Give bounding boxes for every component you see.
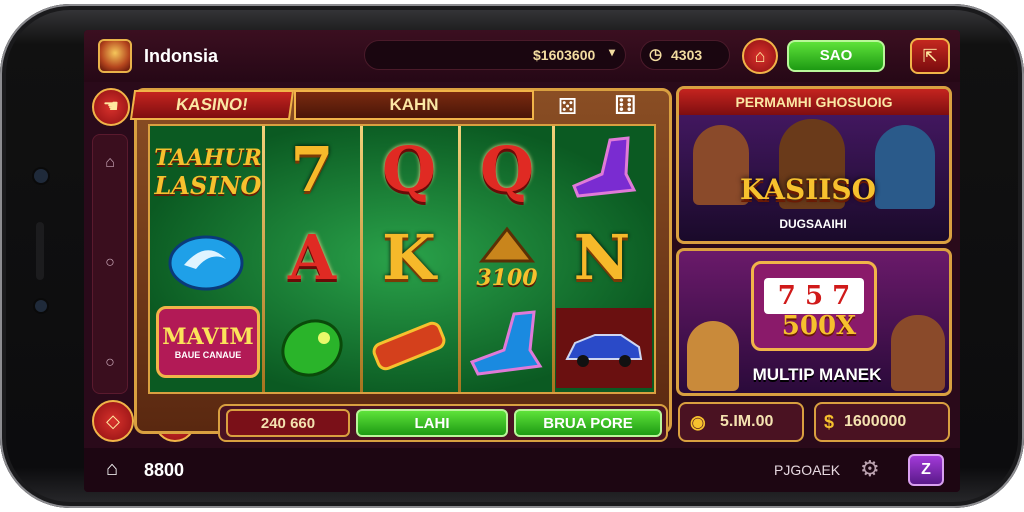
badge-line2: BAUE CANAUE	[174, 350, 242, 360]
leaf-symbol	[270, 306, 358, 386]
bet-value[interactable]: 240 660	[226, 409, 350, 437]
badge-symbol: MAVIM BAUE CANAUE	[156, 306, 260, 378]
reel-divider	[458, 126, 461, 392]
reel-divider	[360, 126, 363, 392]
phone-frame: Indonsia $1603600 ▾ ◷ 4303 ⌂ SAO ⇱ ☚ ⌂ ○	[0, 4, 1024, 508]
coin-icon: ◉	[690, 412, 706, 432]
game-screen: Indonsia $1603600 ▾ ◷ 4303 ⌂ SAO ⇱ ☚ ⌂ ○	[84, 30, 960, 492]
reels-area[interactable]: TAAHUR LASINO 7 Q Q A K 3100 N MAVIM BAU…	[148, 124, 656, 394]
king-symbol: K	[382, 221, 436, 294]
ace-symbol: A	[287, 221, 337, 294]
left-rail: ⌂ ○ ○	[92, 134, 128, 394]
footer-bar: ⌂ 8800 PJGOAEK ⚙ Z	[84, 448, 960, 492]
car-symbol	[556, 308, 652, 388]
title-logo-symbol: TAAHUR LASINO	[154, 132, 262, 212]
mini-reels: 7 5 7	[764, 278, 864, 314]
reel-divider	[262, 126, 265, 392]
seven-symbol: 7	[290, 133, 334, 206]
menu-icon[interactable]: Z	[908, 454, 944, 486]
multiplier-label: 500X	[781, 311, 857, 341]
ribbon-left: KASINO!	[129, 90, 295, 120]
diamond-icon: ◇	[106, 411, 120, 431]
balance-display[interactable]: $1603600 ▾	[364, 40, 626, 70]
exit-button[interactable]: ⇱	[910, 38, 950, 74]
auto-play-button[interactable]: BRUA PORE	[514, 409, 662, 437]
boot-symbol	[560, 132, 648, 212]
back-button[interactable]: ☚	[92, 88, 130, 126]
deposit-button[interactable]: SAO	[787, 40, 885, 72]
promo-sub: DUGSAAIHI	[779, 217, 847, 231]
promo-panel-bottom[interactable]: 7 5 7 500X MULTIP MANEK	[676, 248, 952, 396]
secondary-balance-value: 4303	[671, 47, 703, 63]
balance-amount: $1603600	[533, 47, 596, 63]
shoe-symbol	[463, 306, 551, 386]
title-logo-line2: LASINO	[154, 170, 262, 200]
ribbon-center: KAHN	[294, 90, 534, 120]
coin-symbol: 3100	[463, 218, 551, 298]
wave-symbol	[162, 222, 250, 302]
promo-banner: PERMAMHI GHOSUOIG	[679, 89, 949, 115]
circle-icon[interactable]: ○	[102, 255, 118, 271]
character-right	[875, 125, 935, 209]
badge-line1: MAVIM	[162, 324, 254, 350]
n-symbol: N	[573, 221, 631, 294]
hand-icon: ☚	[102, 96, 120, 116]
spin-button[interactable]: LAHI	[356, 409, 508, 437]
home-icon[interactable]: ⌂	[102, 155, 118, 171]
promo-logo: KASIISO	[740, 173, 876, 206]
dice-decoration: ⚄ ⚅	[554, 90, 664, 120]
sensor-icon	[35, 300, 47, 312]
bet-controls-bar: 240 660 LAHI BRUA PORE	[218, 404, 668, 442]
exit-icon: ⇱	[922, 46, 938, 66]
promo-caption: MULTIP MANEK	[752, 365, 882, 384]
queen-symbol: Q	[381, 133, 436, 206]
reel-divider	[552, 126, 555, 392]
circle-icon[interactable]: ○	[102, 355, 118, 371]
clock-icon: ◷	[649, 46, 663, 63]
chevron-down-icon[interactable]: ▾	[609, 45, 615, 59]
jackpot-value: 1600000	[844, 413, 907, 430]
home-icon[interactable]: ⌂	[106, 458, 118, 481]
title-logo-line1: TAAHUR	[154, 144, 262, 171]
jackpot-button[interactable]: $ 1600000	[814, 402, 950, 442]
footer-link[interactable]: PJGOAEK	[774, 462, 840, 478]
dice-icon: ⚅	[614, 90, 637, 120]
gear-icon[interactable]: ⚙	[860, 456, 880, 482]
front-camera-icon	[34, 169, 48, 183]
score-value: 8800	[144, 460, 185, 480]
secondary-balance[interactable]: ◷ 4303	[640, 40, 730, 70]
queen-symbol-2: Q	[479, 133, 534, 206]
speaker-slot	[36, 222, 44, 280]
promo-panel-top[interactable]: PERMAMHI GHOSUOIG KASIISO DUGSAAIHI	[676, 86, 952, 244]
coin-balance-value: 5.IM.00	[720, 413, 774, 430]
app-logo-icon[interactable]	[98, 39, 132, 73]
dollar-icon: $	[824, 412, 835, 432]
brand-name: Indonsia	[144, 46, 219, 66]
max-bet-button[interactable]: ◇	[92, 400, 134, 442]
roll-symbol	[365, 306, 453, 386]
coin-balance-button[interactable]: ◉ 5.IM.00	[678, 402, 804, 442]
home-icon: ⌂	[754, 46, 766, 66]
top-bar: Indonsia $1603600 ▾ ◷ 4303 ⌂ SAO ⇱	[84, 30, 960, 82]
home-button[interactable]: ⌂	[742, 38, 778, 74]
coin-value: 3100	[476, 265, 538, 291]
dice-icon: ⚄	[558, 94, 578, 119]
